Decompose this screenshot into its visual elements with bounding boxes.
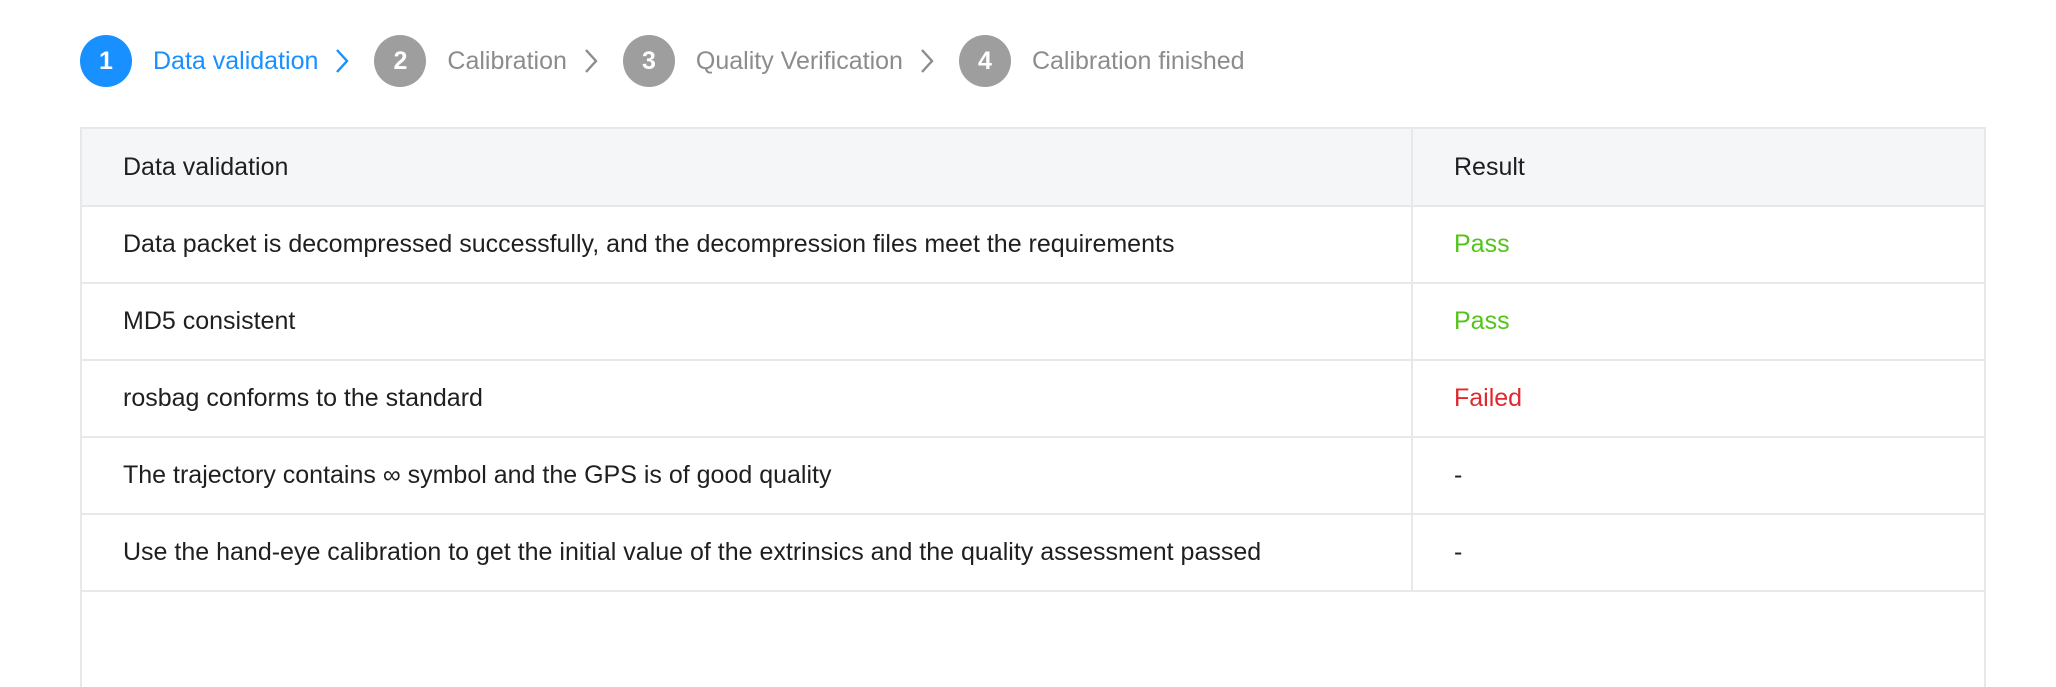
result-cell: Pass (1412, 206, 1984, 284)
step-quality-verification[interactable]: 3 Quality Verification (622, 35, 903, 87)
column-header-check: Data validation (82, 129, 1413, 207)
check-cell: rosbag conforms to the standard (82, 360, 1413, 438)
table-row: Use the hand-eye calibration to get the … (82, 514, 1984, 592)
step-label: Calibration (447, 46, 567, 75)
step-label: Calibration finished (1031, 46, 1245, 75)
chevron-right-icon (581, 46, 601, 76)
step-label: Data validation (153, 46, 319, 75)
table-row: Data packet is decompressed successfully… (82, 206, 1984, 284)
step-data-validation[interactable]: 1 Data validation (80, 35, 318, 87)
result-cell: - (1412, 514, 1984, 592)
table-header-row: Data validation Result (82, 129, 1984, 207)
validation-table: Data validation Result Data packet is de… (80, 127, 1986, 687)
table-row: MD5 consistent Pass (82, 283, 1984, 361)
result-cell: Pass (1412, 283, 1984, 361)
step-calibration[interactable]: 2 Calibration (374, 35, 567, 87)
table-row: rosbag conforms to the standard Failed (82, 360, 1984, 438)
check-cell: The trajectory contains ∞ symbol and the… (82, 437, 1413, 515)
step-number-badge: 3 (622, 35, 675, 87)
result-cell: Failed (1412, 360, 1984, 438)
chevron-right-icon (917, 46, 937, 76)
check-cell: Data packet is decompressed successfully… (82, 206, 1413, 284)
table-row: The trajectory contains ∞ symbol and the… (82, 437, 1984, 515)
chevron-right-icon (332, 46, 352, 76)
result-cell: - (1412, 437, 1984, 515)
check-cell: MD5 consistent (82, 283, 1413, 361)
steps-bar: 1 Data validation 2 Calibration 3 Qualit… (80, 35, 1245, 87)
check-cell: Use the hand-eye calibration to get the … (82, 514, 1413, 592)
step-number-badge: 2 (374, 35, 427, 87)
column-header-result: Result (1412, 129, 1984, 207)
step-number-badge: 1 (80, 35, 132, 87)
step-label: Quality Verification (695, 46, 903, 75)
step-calibration-finished[interactable]: 4 Calibration finished (958, 35, 1245, 87)
step-number-badge: 4 (958, 35, 1011, 87)
